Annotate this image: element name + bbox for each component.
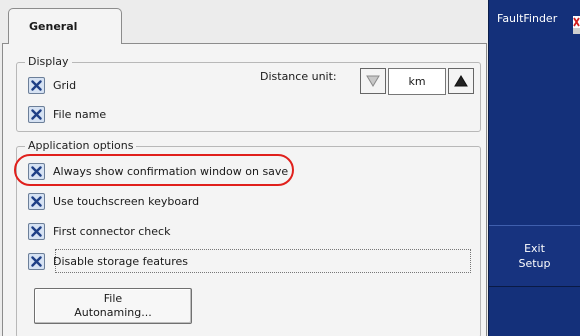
grid-checkbox[interactable] bbox=[28, 76, 45, 94]
x-check-icon bbox=[31, 255, 42, 267]
always-confirm-label: Always show confirmation window on save bbox=[53, 164, 289, 178]
first-connector-check-label: First connector check bbox=[53, 224, 171, 238]
file-name-label: File name bbox=[53, 107, 107, 121]
first-connector-check-checkbox[interactable] bbox=[28, 222, 45, 240]
file-autonaming-button[interactable]: File Autonaming... bbox=[34, 288, 192, 324]
file-name-option[interactable]: File name bbox=[28, 104, 106, 124]
touchscreen-keyboard-label: Use touchscreen keyboard bbox=[53, 194, 200, 208]
distance-unit-down-button[interactable] bbox=[360, 68, 386, 94]
exit-setup-line2: Setup bbox=[518, 257, 551, 270]
grid-option[interactable]: Grid bbox=[28, 75, 76, 95]
display-group-title: Display bbox=[25, 55, 72, 68]
x-check-icon bbox=[31, 195, 42, 207]
triangle-up-icon bbox=[454, 75, 468, 87]
grid-label: Grid bbox=[53, 78, 77, 92]
first-connector-check-option[interactable]: First connector check bbox=[28, 221, 170, 241]
x-check-icon bbox=[31, 225, 42, 237]
triangle-down-icon bbox=[366, 75, 380, 87]
file-autonaming-line2: Autonaming... bbox=[74, 306, 152, 319]
touchscreen-keyboard-option[interactable]: Use touchscreen keyboard bbox=[28, 191, 199, 211]
x-check-icon bbox=[31, 108, 42, 120]
disable-storage-label: Disable storage features bbox=[53, 254, 189, 268]
tab-general[interactable]: General bbox=[8, 8, 122, 44]
disable-storage-option[interactable]: Disable storage features bbox=[28, 251, 188, 271]
x-check-icon bbox=[31, 165, 42, 177]
app-title: FaultFinder bbox=[497, 12, 558, 25]
tab-general-label: General bbox=[29, 20, 78, 33]
always-confirm-checkbox[interactable] bbox=[28, 162, 45, 180]
disable-storage-checkbox[interactable] bbox=[28, 252, 45, 270]
exit-setup-line1: Exit bbox=[524, 242, 545, 255]
x-check-icon bbox=[31, 79, 42, 91]
distance-unit-up-button[interactable] bbox=[448, 68, 474, 94]
distance-unit-value: km bbox=[388, 68, 446, 95]
exit-setup-button[interactable]: Exit Setup bbox=[489, 225, 580, 287]
distance-unit-value-text: km bbox=[408, 75, 426, 88]
close-icon[interactable] bbox=[573, 16, 580, 37]
application-options-title: Application options bbox=[25, 139, 137, 152]
file-autonaming-line1: File bbox=[103, 292, 123, 305]
settings-pane: General Display Grid File name Distance … bbox=[0, 0, 488, 336]
touchscreen-keyboard-checkbox[interactable] bbox=[28, 192, 45, 210]
distance-unit-label: Distance unit: bbox=[260, 70, 337, 83]
file-name-checkbox[interactable] bbox=[28, 105, 45, 123]
always-confirm-option[interactable]: Always show confirmation window on save bbox=[28, 161, 288, 181]
